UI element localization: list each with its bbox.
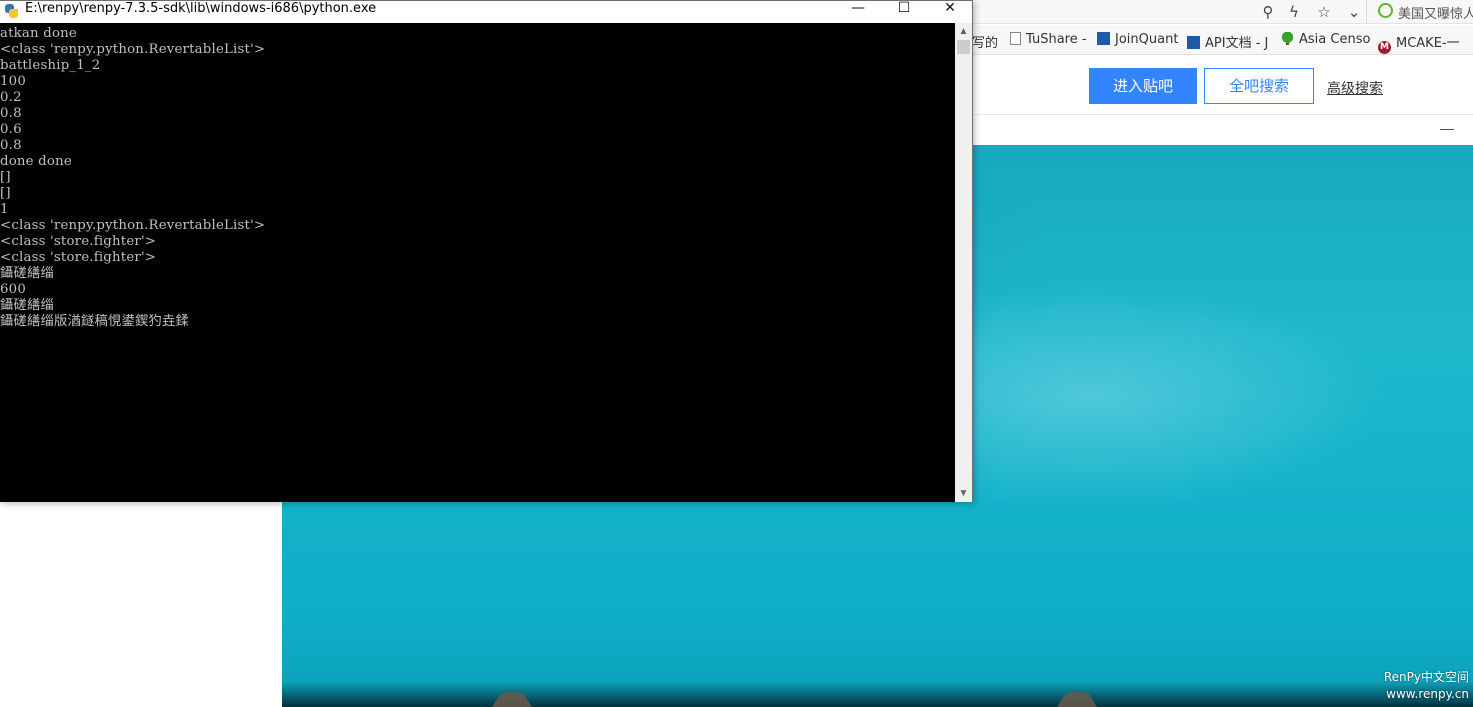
bookmark-label: 写的: [972, 36, 999, 51]
minimize-button[interactable]: —: [835, 1, 881, 15]
advanced-search-link[interactable]: 高级搜索: [1327, 78, 1383, 98]
console-line: <class 'renpy.python.RevertableList'>: [0, 218, 266, 233]
console-line: battleship_1_2: [0, 58, 101, 73]
news-headline[interactable]: 美国又曝惊人: [1398, 3, 1473, 22]
tree-icon: [1281, 32, 1294, 45]
console-line: 鑷磋繕缁: [0, 266, 54, 281]
console-line: 0.6: [0, 122, 22, 137]
console-scrollbar[interactable]: ▲ ▼: [955, 23, 972, 502]
desktop: ⚲ ϟ ☆ ⌄ 美国又曝惊人 写的 TuShare - JoinQuant AP…: [0, 0, 1473, 707]
console-line: 0.8: [0, 138, 22, 153]
bookmark-label: MCAKE-一: [1396, 36, 1460, 51]
console-titlebar[interactable]: E:\renpy\renpy-7.3.5-sdk\lib\windows-i68…: [0, 1, 972, 23]
console-line: 0.8: [0, 106, 22, 121]
console-line: <class 'store.fighter'>: [0, 234, 157, 249]
watermark-url: www.renpy.cn: [1386, 687, 1469, 701]
scroll-down-icon[interactable]: ▼: [955, 485, 972, 502]
bookmark-label: API文档 - J: [1205, 36, 1269, 51]
console-title: E:\renpy\renpy-7.3.5-sdk\lib\windows-i68…: [25, 1, 377, 16]
console-output[interactable]: atkan done <class 'renpy.python.Revertab…: [0, 23, 955, 502]
game-bottom-shade: [282, 681, 1473, 707]
lightning-icon[interactable]: ϟ: [1284, 2, 1304, 22]
console-line: 鑷磋繕缁版湭鐩稿悓鍙鍥犳垚鍒: [0, 314, 189, 329]
bookmark-item[interactable]: TuShare -: [1010, 32, 1087, 47]
enter-tieba-button[interactable]: 进入贴吧: [1089, 68, 1197, 104]
mcake-icon: M: [1378, 41, 1391, 54]
close-button[interactable]: ✕: [927, 1, 973, 15]
chart-icon: [1097, 32, 1110, 45]
console-line: done done: [0, 154, 72, 169]
bookmark-item[interactable]: 写的: [972, 32, 998, 51]
console-line: 0.2: [0, 90, 22, 105]
console-window: E:\renpy\renpy-7.3.5-sdk\lib\windows-i68…: [0, 0, 973, 502]
chevron-down-icon[interactable]: ⌄: [1344, 2, 1364, 22]
bookmark-item[interactable]: M MCAKE-一: [1378, 32, 1460, 54]
toolbar-divider: [1366, 0, 1367, 24]
console-line: 1: [0, 202, 9, 217]
console-line: <class 'renpy.python.RevertableList'>: [0, 42, 266, 57]
minimize-icon[interactable]: —: [1439, 119, 1455, 137]
console-line: 100: [0, 74, 26, 89]
maximize-button[interactable]: ☐: [881, 1, 927, 15]
page-icon: [1010, 32, 1021, 45]
scroll-up-icon[interactable]: ▲: [955, 23, 972, 40]
console-line: []: [0, 170, 11, 185]
console-line: 鑷磋繕缁: [0, 298, 54, 313]
news-icon: [1378, 3, 1393, 18]
scroll-thumb[interactable]: [957, 40, 970, 54]
search-all-button[interactable]: 全吧搜索: [1204, 68, 1314, 104]
bookmark-label: JoinQuant: [1115, 32, 1179, 47]
bookmark-item[interactable]: JoinQuant: [1097, 32, 1178, 47]
console-lines: atkan done <class 'renpy.python.Revertab…: [0, 26, 265, 330]
zoom-icon[interactable]: ⚲: [1258, 2, 1278, 22]
console-line: []: [0, 186, 11, 201]
bookmark-label: TuShare -: [1026, 32, 1087, 47]
star-icon[interactable]: ☆: [1314, 2, 1334, 22]
bookmark-item[interactable]: API文档 - J: [1187, 32, 1268, 51]
python-icon: [4, 4, 19, 19]
bookmarks-bar: 写的 TuShare - JoinQuant API文档 - J Asia Ce…: [972, 25, 1473, 55]
console-line: <class 'store.fighter'>: [0, 250, 157, 265]
console-line: 600: [0, 282, 26, 297]
console-line: atkan done: [0, 26, 77, 41]
bookmark-label: Asia Censo: [1299, 32, 1371, 47]
chart-icon: [1187, 36, 1200, 49]
bookmark-item[interactable]: Asia Censo: [1281, 32, 1370, 47]
watermark-title: RenPy中文空间: [1383, 670, 1469, 684]
